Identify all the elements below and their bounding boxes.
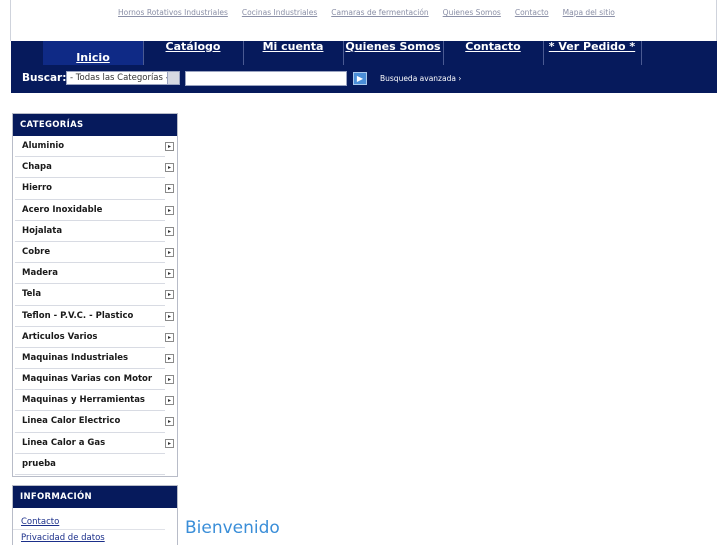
category-select[interactable]: - Todas las Categorías -	[66, 71, 180, 85]
expand-arrow-icon[interactable]: ▸	[165, 311, 174, 321]
expand-arrow-icon[interactable]: ▸	[165, 438, 174, 448]
nav-divider	[641, 41, 642, 65]
top-link-camaras[interactable]: Camaras de fermentación	[331, 8, 428, 17]
expand-arrow-icon[interactable]: ▸	[165, 247, 174, 257]
category-item[interactable]: Cobre ▸	[15, 242, 174, 264]
main-nav: Inicio Catálogo Mi cuenta Quienes Somos …	[11, 41, 717, 93]
search-input[interactable]	[185, 71, 347, 86]
expand-arrow-icon[interactable]: ▸	[165, 417, 174, 427]
welcome-heading: Bienvenido	[185, 518, 280, 538]
category-label: Maquinas y Herramientas	[22, 395, 145, 406]
category-item[interactable]: Hierro ▸	[15, 178, 174, 200]
nav-account[interactable]: Mi cuenta	[243, 41, 343, 65]
search-label: Buscar:	[22, 72, 67, 84]
expand-arrow-icon[interactable]: ▸	[165, 184, 174, 194]
categories-title: CATEGORÍAS	[13, 114, 177, 136]
information-box: INFORMACIÓN Contacto Privacidad de datos	[12, 485, 178, 545]
category-item[interactable]: Articulos Varios ▸	[15, 327, 174, 348]
category-label: Cobre	[22, 246, 51, 257]
category-select-value: - Todas las Categorías -	[70, 73, 169, 83]
category-item[interactable]: Teflon - P.V.C. - Plastico ▸	[15, 306, 174, 327]
nav-home[interactable]: Inicio	[43, 41, 143, 65]
category-item[interactable]: Linea Calor a Gas ▸	[15, 433, 174, 454]
info-link-contact[interactable]: Contacto	[13, 514, 165, 530]
nav-order[interactable]: * Ver Pedido *	[543, 41, 641, 65]
category-item[interactable]: Madera ▸	[15, 263, 174, 285]
top-bar: Hornos Rotativos Industriales Cocinas In…	[10, 0, 717, 41]
nav-about[interactable]: Quienes Somos	[343, 41, 443, 65]
information-title: INFORMACIÓN	[13, 486, 177, 508]
category-label: Hierro	[22, 183, 53, 194]
top-link-quienes[interactable]: Quienes Somos	[443, 8, 501, 17]
category-label: Aluminio	[22, 141, 65, 151]
category-item[interactable]: Aluminio ▸	[15, 136, 174, 158]
expand-arrow-icon[interactable]: ▸	[165, 290, 174, 300]
nav-catalog[interactable]: Catálogo	[143, 41, 243, 65]
expand-arrow-icon[interactable]: ▸	[165, 375, 174, 385]
top-links: Hornos Rotativos Industriales Cocinas In…	[118, 8, 629, 17]
expand-arrow-icon[interactable]: ▸	[165, 353, 174, 363]
top-link-contacto[interactable]: Contacto	[515, 8, 549, 17]
category-item[interactable]: Chapa ▸	[15, 157, 174, 179]
category-item[interactable]: Linea Calor Electrico ▸	[15, 411, 174, 433]
info-link-privacy[interactable]: Privacidad de datos	[13, 530, 165, 545]
expand-arrow-icon[interactable]: ▸	[165, 332, 174, 342]
category-item[interactable]: Maquinas Varias con Motor ▸	[15, 369, 174, 391]
nav-tabs: Inicio Catálogo Mi cuenta Quienes Somos …	[11, 41, 717, 65]
expand-arrow-icon[interactable]: ▸	[165, 142, 174, 151]
top-link-hornos[interactable]: Hornos Rotativos Industriales	[118, 8, 228, 17]
search-go-button[interactable]: ▶	[353, 72, 367, 85]
category-item[interactable]: Hojalata ▸	[15, 221, 174, 242]
expand-arrow-icon[interactable]: ▸	[165, 269, 174, 279]
nav-contact[interactable]: Contacto	[443, 41, 543, 65]
top-link-mapa[interactable]: Mapa del sitio	[563, 8, 615, 17]
category-item[interactable]: Acero Inoxidable ▸	[15, 200, 174, 221]
category-item[interactable]: prueba	[15, 454, 165, 475]
category-label: Tela	[22, 289, 42, 300]
advanced-search-link[interactable]: Busqueda avanzada ›	[380, 74, 461, 83]
category-item[interactable]: Tela ▸	[15, 284, 174, 306]
categories-box: CATEGORÍAS Aluminio ▸ Chapa ▸ Hierro ▸ Acer…	[12, 113, 178, 477]
expand-arrow-icon[interactable]: ▸	[165, 396, 174, 406]
category-label: Hojalata	[22, 225, 63, 236]
top-link-cocinas[interactable]: Cocinas Industriales	[242, 8, 317, 17]
category-label: Teflon - P.V.C. - Plastico	[22, 310, 134, 321]
expand-arrow-icon[interactable]: ▸	[165, 163, 174, 173]
category-label: Chapa	[22, 162, 52, 173]
category-label: Maquinas Varias con Motor	[22, 374, 153, 385]
category-label: Articulos Varios	[22, 331, 98, 342]
expand-arrow-icon[interactable]: ▸	[165, 205, 174, 215]
category-label: Madera	[22, 268, 58, 279]
chevron-down-icon[interactable]	[167, 72, 179, 84]
category-label: Acero Inoxidable	[22, 204, 103, 215]
category-item[interactable]: Maquinas Industriales ▸	[15, 348, 174, 370]
category-item[interactable]: Maquinas y Herramientas ▸	[15, 390, 174, 412]
category-label: Linea Calor Electrico	[22, 416, 121, 427]
arrow-right-icon: ▶	[356, 74, 364, 83]
category-label: prueba	[22, 458, 56, 469]
search-bar: Buscar: - Todas las Categorías - ▶ Busqu…	[11, 68, 717, 90]
expand-arrow-icon[interactable]: ▸	[165, 226, 174, 236]
category-label: Maquinas Industriales	[22, 352, 129, 363]
category-label: Linea Calor a Gas	[22, 437, 106, 448]
